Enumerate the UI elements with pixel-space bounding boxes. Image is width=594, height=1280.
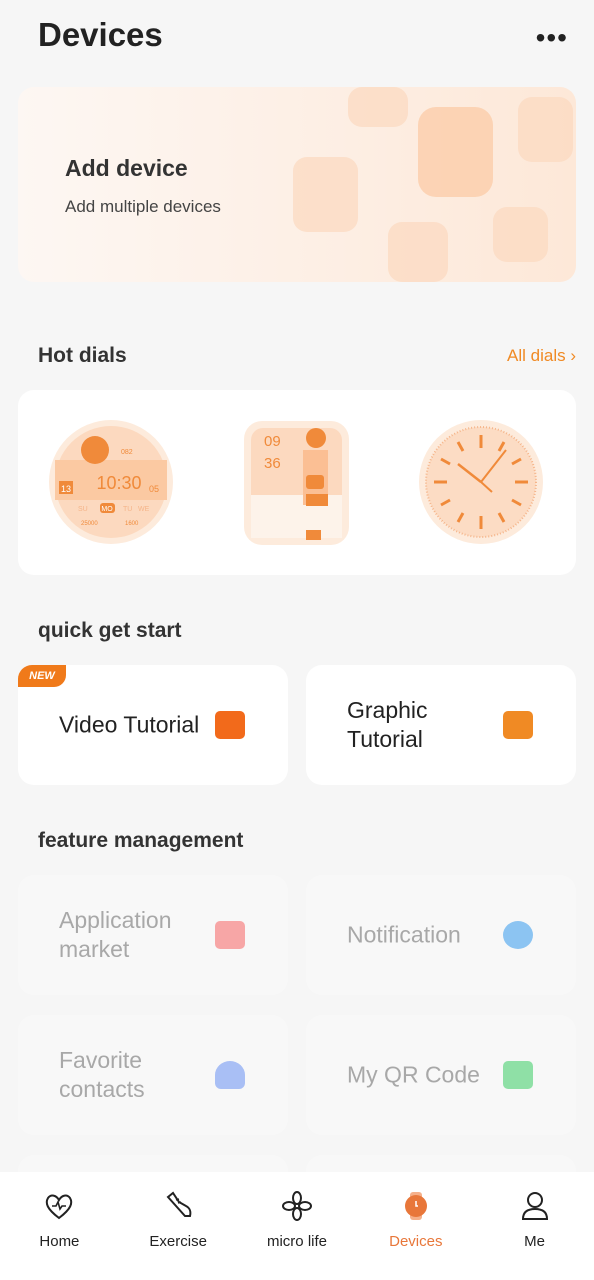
add-device-title: Add device: [65, 155, 188, 181]
nav-devices[interactable]: Devices: [356, 1172, 475, 1280]
add-device-subtitle: Add multiple devices: [65, 197, 221, 216]
svg-text:MO: MO: [101, 506, 113, 513]
favorite-contacts-card[interactable]: Favorite contacts: [18, 1015, 288, 1135]
heart-pulse-icon: [46, 1194, 73, 1220]
watch-icon: [404, 1192, 427, 1220]
contacts-icon: [215, 1061, 245, 1089]
my-qr-code-label: My QR Code: [347, 1061, 480, 1088]
shoe-icon: [166, 1191, 192, 1217]
svg-text:TU: TU: [123, 506, 132, 513]
graphic-tutorial-card[interactable]: Graphic Tutorial: [306, 665, 576, 785]
person-icon: [521, 1192, 548, 1220]
shopping-bag-icon: [215, 921, 245, 949]
svg-text:SU: SU: [78, 506, 88, 513]
svg-text:05: 05: [149, 484, 159, 494]
video-tutorial-label: Video Tutorial: [59, 711, 200, 738]
page-title: Devices: [38, 16, 163, 53]
nav-exercise-label: Exercise: [149, 1233, 207, 1250]
video-icon: [215, 711, 245, 739]
more-options-icon[interactable]: •••: [536, 22, 568, 54]
svg-text:25000: 25000: [81, 521, 98, 527]
bottom-nav: Home Exercise micro life Devices Me: [0, 1172, 594, 1280]
qr-card-icon: [503, 1061, 533, 1089]
svg-text:10:30: 10:30: [96, 473, 141, 493]
notification-card[interactable]: Notification: [306, 875, 576, 995]
all-dials-link[interactable]: All dials ›: [507, 346, 576, 366]
svg-text:36: 36: [264, 455, 281, 472]
image-icon: [503, 711, 533, 739]
quick-start-title: quick get start: [38, 619, 182, 642]
application-market-label: Application market: [59, 907, 172, 962]
hot-dials-card: 13 10:30 05 082 MO SU TU WE 25000 1600 0…: [18, 390, 576, 575]
add-device-banner[interactable]: Add device Add multiple devices: [18, 87, 576, 282]
chat-bubble-icon: [503, 921, 533, 949]
notification-label: Notification: [347, 921, 461, 948]
nav-home-label: Home: [39, 1233, 80, 1250]
dial-character-square[interactable]: 09 36: [244, 421, 349, 545]
nav-devices-label: Devices: [389, 1233, 443, 1250]
nav-exercise[interactable]: Exercise: [119, 1172, 238, 1280]
hot-dials-title: Hot dials: [38, 344, 127, 367]
clover-icon: [281, 1191, 312, 1221]
nav-home[interactable]: Home: [0, 1172, 119, 1280]
nav-micro-life-label: micro life: [266, 1233, 327, 1250]
dials-preview: 13 10:30 05 082 MO SU TU WE 25000 1600 0…: [49, 420, 543, 545]
new-badge: NEW: [18, 665, 66, 687]
dial-digital-round[interactable]: 13 10:30 05 082 MO SU TU WE 25000 1600: [49, 420, 173, 544]
nav-me-label: Me: [524, 1233, 545, 1250]
svg-text:1600: 1600: [125, 521, 139, 527]
graphic-tutorial-label: Graphic Tutorial: [347, 697, 428, 752]
dial-analog-round[interactable]: [419, 420, 543, 544]
svg-text:WE: WE: [138, 506, 150, 513]
nav-me[interactable]: Me: [475, 1172, 594, 1280]
svg-text:082: 082: [121, 449, 133, 456]
favorite-contacts-label: Favorite contacts: [59, 1047, 145, 1102]
svg-text:09: 09: [264, 433, 281, 450]
svg-text:13: 13: [61, 484, 71, 494]
feature-management-title: feature management: [38, 829, 244, 852]
nav-micro-life[interactable]: micro life: [238, 1172, 357, 1280]
my-qr-code-card[interactable]: My QR Code: [306, 1015, 576, 1135]
application-market-card[interactable]: Application market: [18, 875, 288, 995]
all-dials-label: All dials: [507, 346, 566, 365]
